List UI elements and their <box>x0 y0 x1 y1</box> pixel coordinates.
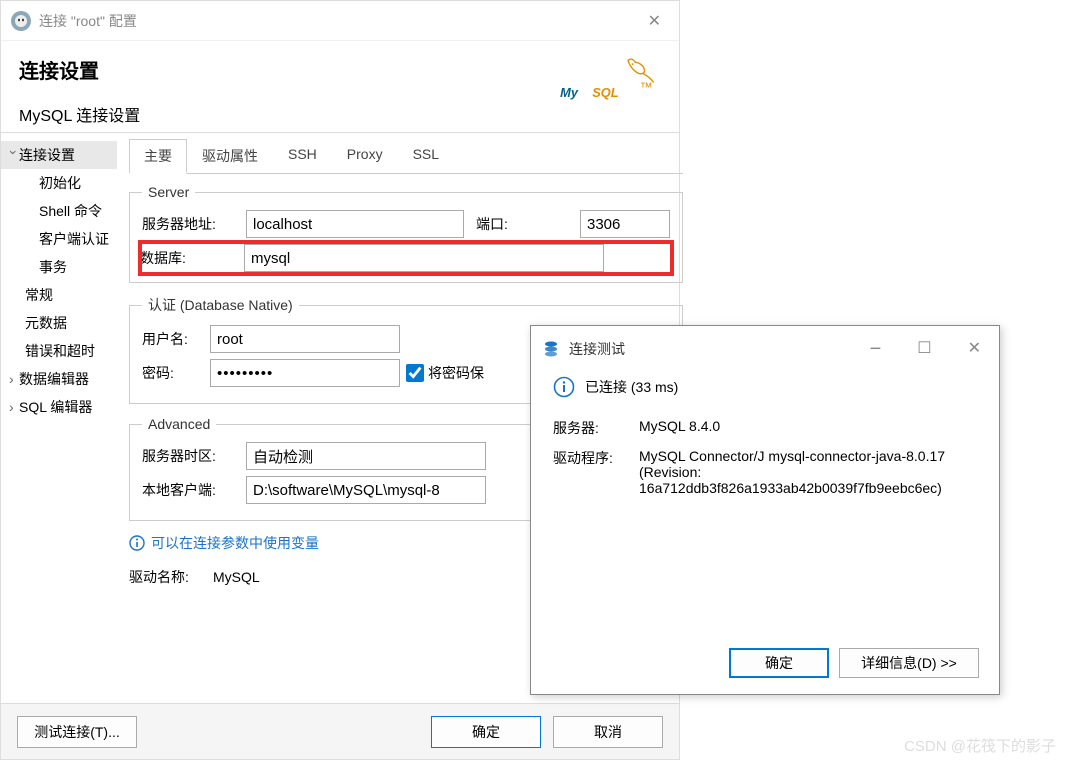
nav-tree: 连接设置 初始化 Shell 命令 客户端认证 事务 常规 元数据 错误和超时 … <box>1 133 117 692</box>
nav-item-connection-settings[interactable]: 连接设置 <box>1 141 117 169</box>
test-connection-button[interactable]: 测试连接(T)... <box>17 716 137 748</box>
tab-ssl[interactable]: SSL <box>398 139 454 173</box>
window-controls: ✕ <box>640 7 669 35</box>
advanced-legend: Advanced <box>142 416 216 432</box>
driver-name-label: 驱动名称: <box>129 567 207 587</box>
database-input[interactable] <box>244 244 604 272</box>
modal-window-controls: − ☐ ✕ <box>862 334 989 365</box>
modal-ok-button[interactable]: 确定 <box>729 648 829 678</box>
connection-test-dialog: 连接测试 − ☐ ✕ 已连接 (33 ms) 服务器: MySQL 8.4.0 … <box>530 325 1000 695</box>
password-label: 密码: <box>142 363 204 383</box>
user-input[interactable] <box>210 325 400 353</box>
tab-ssh[interactable]: SSH <box>273 139 332 173</box>
nav-item-sql-editor[interactable]: SQL 编辑器 <box>1 393 117 421</box>
app-icon <box>11 11 31 31</box>
ok-button[interactable]: 确定 <box>431 716 541 748</box>
nav-item-client-auth[interactable]: 客户端认证 <box>1 225 117 253</box>
svg-text:SQL: SQL <box>592 85 619 100</box>
database-icon <box>541 339 561 359</box>
database-highlight: 数据库: <box>140 242 672 274</box>
timezone-input[interactable] <box>246 442 486 470</box>
server-detail-row: 服务器: MySQL 8.4.0 <box>553 418 977 438</box>
bottom-bar: 测试连接(T)... 确定 取消 <box>1 703 679 759</box>
tabs: 主要 驱动属性 SSH Proxy SSL <box>129 139 683 174</box>
driver-detail-row: 驱动程序: MySQL Connector/J mysql-connector-… <box>553 448 977 496</box>
close-icon[interactable]: ✕ <box>960 334 989 365</box>
timezone-label: 服务器时区: <box>142 446 240 466</box>
nav-item-general[interactable]: 常规 <box>1 281 117 309</box>
auth-legend: 认证 (Database Native) <box>142 295 299 315</box>
nav-item-errors-timeout[interactable]: 错误和超时 <box>1 337 117 365</box>
nav-item-transaction[interactable]: 事务 <box>1 253 117 281</box>
mysql-logo: My SQL ™ <box>551 55 661 113</box>
tab-main[interactable]: 主要 <box>129 139 187 174</box>
tab-driver-properties[interactable]: 驱动属性 <box>187 139 273 173</box>
user-label: 用户名: <box>142 329 204 349</box>
nav-item-data-editor[interactable]: 数据编辑器 <box>1 365 117 393</box>
driver-name-value: MySQL <box>213 569 260 585</box>
driver-value: MySQL Connector/J mysql-connector-java-8… <box>639 448 977 496</box>
database-label: 数据库: <box>140 248 238 268</box>
info-tip-text: 可以在连接参数中使用变量 <box>151 533 319 553</box>
status-text: 已连接 (33 ms) <box>585 377 678 397</box>
modal-title: 连接测试 <box>569 339 862 359</box>
info-icon <box>129 535 145 551</box>
page-subtitle: MySQL 连接设置 <box>19 102 140 126</box>
password-input[interactable] <box>210 359 400 387</box>
host-label: 服务器地址: <box>142 214 240 234</box>
svg-text:™: ™ <box>640 80 653 95</box>
modal-footer: 确定 详细信息(D) >> <box>729 648 979 678</box>
modal-body: 已连接 (33 ms) 服务器: MySQL 8.4.0 驱动程序: MySQL… <box>531 372 999 518</box>
header-section: 连接设置 MySQL 连接设置 My SQL ™ <box>1 41 679 132</box>
close-icon[interactable]: ✕ <box>640 7 669 35</box>
driver-label: 驱动程序: <box>553 448 625 496</box>
port-label: 端口: <box>476 214 574 234</box>
server-label: 服务器: <box>553 418 625 438</box>
maximize-icon[interactable]: ☐ <box>909 334 939 365</box>
server-group: Server 服务器地址: 端口: 数据库: <box>129 184 683 283</box>
server-value: MySQL 8.4.0 <box>639 418 977 438</box>
local-client-input[interactable] <box>246 476 486 504</box>
host-input[interactable] <box>246 210 464 238</box>
window-title: 连接 "root" 配置 <box>39 11 640 31</box>
local-client-label: 本地客户端: <box>142 480 240 500</box>
watermark: CSDN @花筏下的影子 <box>904 735 1056 756</box>
minimize-icon[interactable]: − <box>862 334 890 365</box>
cancel-button[interactable]: 取消 <box>553 716 663 748</box>
info-icon <box>553 376 575 398</box>
save-password-checkbox[interactable] <box>406 364 424 382</box>
port-input[interactable] <box>580 210 670 238</box>
modal-titlebar: 连接测试 − ☐ ✕ <box>531 326 999 372</box>
page-title: 连接设置 <box>19 55 140 84</box>
tab-proxy[interactable]: Proxy <box>332 139 398 173</box>
nav-item-shell-commands[interactable]: Shell 命令 <box>1 197 117 225</box>
main-titlebar: 连接 "root" 配置 ✕ <box>1 1 679 41</box>
save-password-label: 将密码保 <box>428 363 526 383</box>
status-line: 已连接 (33 ms) <box>553 376 977 398</box>
nav-item-metadata[interactable]: 元数据 <box>1 309 117 337</box>
modal-details-button[interactable]: 详细信息(D) >> <box>839 648 979 678</box>
server-legend: Server <box>142 184 195 200</box>
nav-item-initialization[interactable]: 初始化 <box>1 169 117 197</box>
svg-text:My: My <box>560 85 579 100</box>
